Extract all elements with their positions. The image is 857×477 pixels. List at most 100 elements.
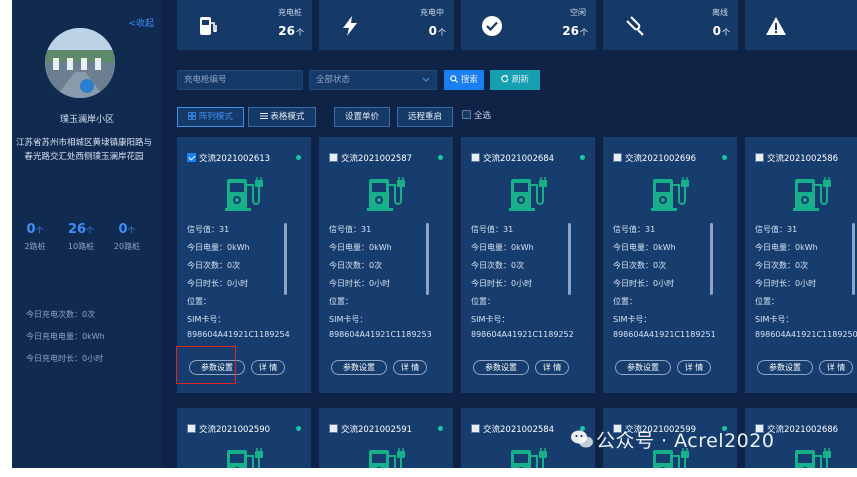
card-checkbox[interactable] bbox=[329, 424, 338, 433]
card-title[interactable]: 交流2021002584 bbox=[471, 423, 554, 435]
charger-card[interactable]: 交流2021002587 信号值：31 今日电量：0kWh 今日次数：0次 今日… bbox=[319, 137, 453, 393]
grid-icon bbox=[188, 112, 197, 120]
card-sim-number: 898604A41921C1189251 bbox=[613, 330, 716, 339]
card-checkbox[interactable] bbox=[471, 424, 480, 433]
card-checkbox[interactable] bbox=[329, 153, 338, 162]
charger-card[interactable]: 交流2021002696 信号值：31 今日电量：0kWh 今日次数：0次 今日… bbox=[603, 137, 737, 393]
collapse-button[interactable]: <收起 bbox=[128, 16, 154, 29]
charger-card[interactable]: 交流2021002586 信号值：31 今日电量：0kWh 今日次数：0次 今日… bbox=[745, 137, 857, 393]
pile-unit: 个 bbox=[86, 226, 95, 235]
search-icon bbox=[450, 75, 459, 83]
params-button[interactable]: 参数设置 bbox=[757, 360, 813, 375]
refresh-icon bbox=[501, 74, 509, 83]
card-scrollbar[interactable] bbox=[852, 223, 855, 295]
card-title[interactable]: 交流2021002590 bbox=[187, 423, 270, 435]
card-checkbox[interactable] bbox=[755, 153, 764, 162]
card-scrollbar[interactable] bbox=[426, 223, 429, 295]
warning-icon bbox=[766, 17, 786, 35]
list-icon bbox=[259, 113, 268, 119]
online-status-dot bbox=[296, 426, 301, 431]
card-title-text: 交流2021002587 bbox=[341, 154, 413, 164]
set-price-button[interactable]: 设置单价 bbox=[334, 107, 390, 127]
today-charge-count: 今日充电次数：0次 bbox=[26, 310, 96, 319]
card-scrollbar[interactable] bbox=[710, 223, 713, 295]
online-status-dot bbox=[580, 155, 585, 160]
station-name: 璞玉澜岸小区 bbox=[59, 115, 114, 125]
detail-button[interactable]: 详 情 bbox=[535, 360, 569, 375]
today-charge-energy: 今日充电电量：0kWh bbox=[26, 332, 105, 341]
stat-value: 0个 bbox=[712, 24, 730, 38]
highlight-box bbox=[176, 346, 236, 384]
card-scrollbar[interactable] bbox=[568, 223, 571, 295]
charger-card[interactable]: 交流2021002684 信号值：31 今日电量：0kWh 今日次数：0次 今日… bbox=[461, 137, 595, 393]
card-title[interactable]: 交流2021002591 bbox=[329, 423, 412, 435]
array-mode-button[interactable]: 阵列模式 bbox=[177, 107, 244, 127]
card-checkbox[interactable] bbox=[187, 153, 196, 162]
select-all-checkbox[interactable]: 全选 bbox=[462, 107, 502, 127]
search-button[interactable]: 搜索 bbox=[444, 70, 484, 90]
online-status-dot bbox=[722, 155, 727, 160]
card-title[interactable]: 交流2021002696 bbox=[613, 152, 696, 164]
refresh-button[interactable]: 刷新 bbox=[490, 70, 540, 90]
card-sim-label: SIM卡号： bbox=[471, 315, 510, 324]
card-title[interactable]: 交流2021002586 bbox=[755, 152, 838, 164]
search-button-label: 搜索 bbox=[460, 75, 478, 85]
card-title-text: 交流2021002686 bbox=[767, 425, 839, 435]
card-checkbox[interactable] bbox=[187, 424, 196, 433]
stat-label: 离线 bbox=[712, 8, 728, 17]
offline-plug-icon bbox=[626, 16, 644, 36]
pile-stat-20: 0个 20路桩 bbox=[102, 222, 152, 252]
pile-stat-10: 26个 10路桩 bbox=[56, 222, 106, 252]
status-select[interactable]: 全部状态 bbox=[309, 70, 437, 90]
card-signal: 信号值：31 bbox=[613, 225, 656, 234]
card-checkbox[interactable] bbox=[471, 153, 480, 162]
pile-count: 26 bbox=[67, 222, 87, 237]
charger-card[interactable]: 交流2021002591 bbox=[319, 408, 453, 468]
detail-button[interactable]: 详 情 bbox=[819, 360, 853, 375]
stat-card-charging: 充电中 0个 bbox=[319, 0, 454, 50]
card-count: 今日次数：0次 bbox=[613, 261, 667, 270]
card-energy: 今日电量：0kWh bbox=[329, 243, 392, 252]
card-location: 位置： bbox=[755, 297, 779, 306]
charging-station-icon bbox=[369, 448, 405, 468]
card-title[interactable]: 交流2021002684 bbox=[471, 152, 554, 164]
detail-button[interactable]: 详 情 bbox=[677, 360, 711, 375]
detail-button[interactable]: 详 情 bbox=[251, 360, 285, 375]
address-line: 江苏省苏州市相城区黄埭镇康阳路与 bbox=[15, 138, 152, 148]
card-title[interactable]: 交流2021002613 bbox=[187, 152, 270, 164]
pile-count: 0 bbox=[118, 222, 128, 237]
pile-unit: 个 bbox=[35, 226, 44, 235]
card-energy: 今日电量：0kWh bbox=[755, 243, 818, 252]
card-scrollbar[interactable] bbox=[284, 223, 287, 295]
charger-card[interactable]: 交流2021002590 bbox=[177, 408, 311, 468]
params-button[interactable]: 参数设置 bbox=[473, 360, 529, 375]
card-title-text: 交流2021002591 bbox=[341, 425, 413, 435]
pile-count: 0 bbox=[26, 222, 36, 237]
card-duration: 今日时长：0小时 bbox=[329, 279, 391, 288]
status-select-value: 全部状态 bbox=[316, 75, 351, 85]
charging-station-icon bbox=[367, 177, 405, 211]
card-title-text: 交流2021002613 bbox=[199, 154, 271, 164]
card-checkbox[interactable] bbox=[613, 153, 622, 162]
params-button[interactable]: 参数设置 bbox=[331, 360, 387, 375]
charging-station-icon bbox=[793, 177, 831, 211]
charging-station-icon bbox=[227, 448, 263, 468]
card-count: 今日次数：0次 bbox=[471, 261, 525, 270]
params-button[interactable]: 参数设置 bbox=[615, 360, 671, 375]
card-signal: 信号值：31 bbox=[471, 225, 514, 234]
table-mode-button[interactable]: 表格模式 bbox=[248, 107, 316, 127]
station-address: 江苏省苏州市相城区黄埭镇康阳路与 春光路交汇处西侧璞玉澜岸花园 bbox=[12, 136, 170, 164]
card-signal: 信号值：31 bbox=[329, 225, 372, 234]
charging-station-icon bbox=[795, 448, 831, 468]
lightning-icon bbox=[343, 16, 357, 36]
card-title[interactable]: 交流2021002587 bbox=[329, 152, 412, 164]
card-sim-label: SIM卡号： bbox=[755, 315, 794, 324]
card-sim-label: SIM卡号： bbox=[329, 315, 368, 324]
pile-number-input[interactable]: 充电枪编号 bbox=[177, 70, 303, 90]
detail-button[interactable]: 详 情 bbox=[393, 360, 427, 375]
card-title-text: 交流2021002590 bbox=[199, 425, 271, 435]
select-all-label: 全选 bbox=[474, 111, 492, 121]
card-count: 今日次数：0次 bbox=[755, 261, 809, 270]
remote-restart-button[interactable]: 远程重启 bbox=[397, 107, 453, 127]
charging-station-icon bbox=[651, 177, 689, 211]
